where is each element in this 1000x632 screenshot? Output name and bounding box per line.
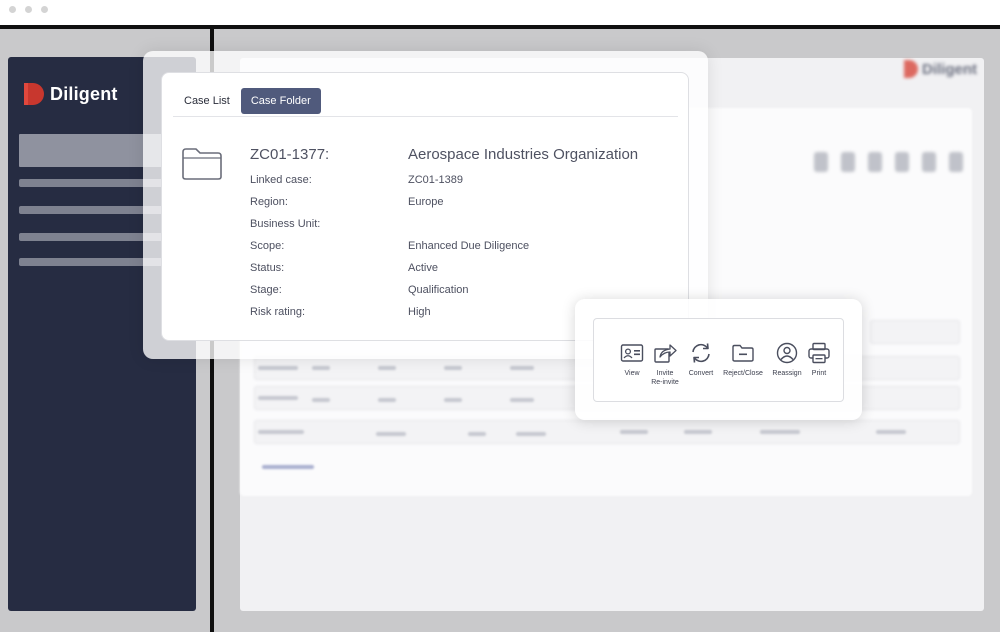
background-icon bbox=[922, 152, 936, 172]
background-text bbox=[258, 366, 298, 370]
logo-text: Diligent bbox=[50, 83, 118, 104]
refresh-icon bbox=[692, 343, 710, 363]
background-text bbox=[444, 366, 462, 370]
background-text bbox=[510, 398, 534, 402]
background-text bbox=[620, 430, 648, 434]
window-titlebar bbox=[0, 0, 1000, 26]
background-text bbox=[516, 432, 546, 436]
folder-icon bbox=[182, 148, 222, 180]
background-text bbox=[510, 366, 534, 370]
background-logo-mark bbox=[904, 60, 918, 78]
background-text bbox=[258, 430, 304, 434]
convert-button[interactable]: Convert bbox=[679, 342, 723, 378]
background-text bbox=[684, 430, 712, 434]
background-text bbox=[876, 430, 906, 434]
case-organization: Aerospace Industries Organization bbox=[408, 146, 639, 163]
window-maximize-dot[interactable] bbox=[41, 6, 48, 13]
logo-mark-icon bbox=[24, 83, 44, 105]
background-icon bbox=[868, 152, 882, 172]
tab-case-list[interactable]: Case List bbox=[177, 88, 237, 114]
printer-icon bbox=[808, 342, 830, 364]
field-value-scope: Enhanced Due Diligence bbox=[408, 240, 530, 252]
background-toolbar-icons bbox=[814, 152, 963, 172]
background-row bbox=[254, 420, 960, 444]
field-label-linked-case: Linked case: bbox=[250, 174, 312, 186]
background-icon bbox=[949, 152, 963, 172]
case-id: ZC01-1377: bbox=[250, 146, 330, 163]
tab-bar: Case List Case Folder bbox=[177, 88, 325, 114]
print-button[interactable]: Print bbox=[797, 342, 841, 378]
background-text bbox=[378, 366, 396, 370]
share-icon bbox=[654, 344, 677, 363]
window-close-dot[interactable] bbox=[9, 6, 16, 13]
field-label-status: Status: bbox=[250, 262, 285, 274]
background-text bbox=[258, 396, 298, 400]
invite-label: Invite Re-invite bbox=[651, 370, 679, 386]
background-text bbox=[312, 366, 330, 370]
field-value-status: Active bbox=[408, 262, 438, 274]
background-text bbox=[468, 432, 486, 436]
logo[interactable]: Diligent bbox=[24, 83, 118, 105]
background-icon bbox=[841, 152, 855, 172]
field-label-scope: Scope: bbox=[250, 240, 285, 252]
field-label-region: Region: bbox=[250, 196, 288, 208]
tab-divider bbox=[173, 116, 678, 117]
field-label-risk-rating: Risk rating: bbox=[250, 306, 306, 318]
reject-close-button[interactable]: Reject/Close bbox=[721, 342, 765, 378]
field-label-stage: Stage: bbox=[250, 284, 282, 296]
background-logo: Diligent bbox=[904, 60, 977, 78]
background-logo-text: Diligent bbox=[922, 60, 977, 78]
convert-label: Convert bbox=[688, 370, 714, 377]
user-circle-icon bbox=[776, 342, 798, 364]
background-icon bbox=[814, 152, 828, 172]
background-text bbox=[312, 398, 330, 402]
field-value-linked-case[interactable]: ZC01-1389 bbox=[408, 174, 463, 186]
field-value-risk-rating: High bbox=[408, 306, 431, 318]
tab-case-folder[interactable]: Case Folder bbox=[240, 88, 321, 114]
field-value-region: Europe bbox=[408, 196, 444, 208]
id-card-icon bbox=[620, 344, 644, 362]
window-minimize-dot[interactable] bbox=[25, 6, 32, 13]
background-icon bbox=[895, 152, 909, 172]
folder-icon bbox=[732, 344, 754, 362]
background-text bbox=[760, 430, 800, 434]
field-value-stage: Qualification bbox=[408, 284, 469, 296]
background-link bbox=[262, 465, 314, 469]
field-label-business-unit: Business Unit: bbox=[250, 218, 321, 230]
view-label: View bbox=[624, 370, 640, 377]
print-label: Print bbox=[811, 370, 827, 377]
background-row bbox=[870, 320, 960, 344]
reject-close-label: Reject/Close bbox=[723, 370, 763, 377]
background-text bbox=[444, 398, 462, 402]
background-text bbox=[376, 432, 406, 436]
background-text bbox=[378, 398, 396, 402]
